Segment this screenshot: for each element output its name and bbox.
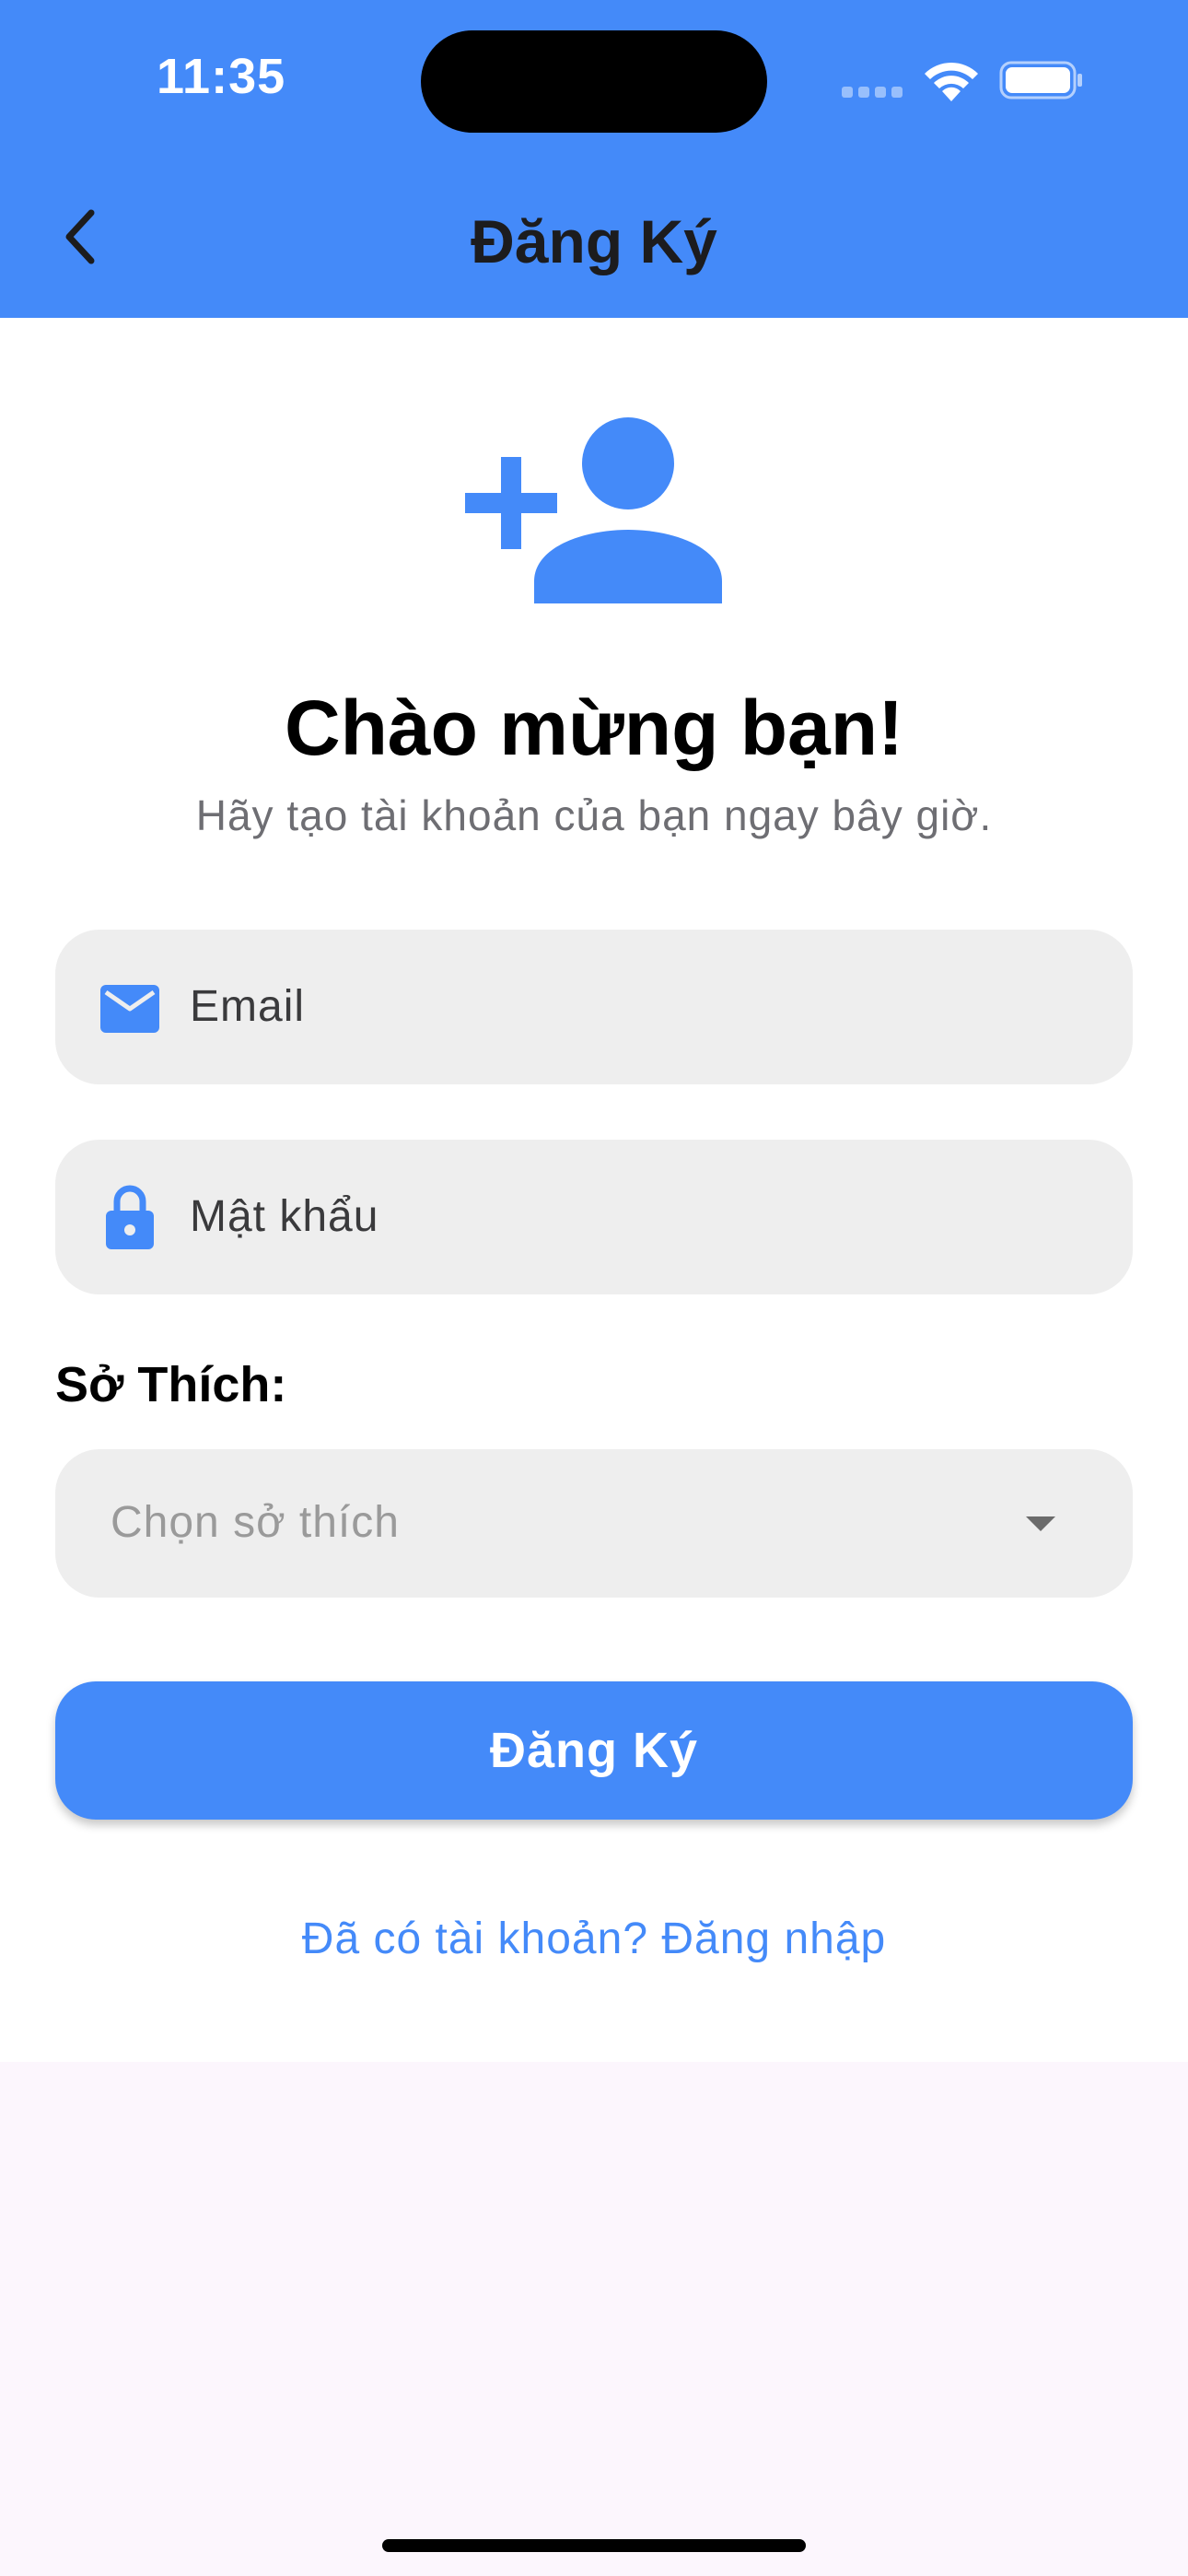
wifi-icon xyxy=(925,62,978,101)
status-time: 11:35 xyxy=(157,49,286,104)
person-add-icon xyxy=(465,417,722,603)
home-indicator[interactable] xyxy=(382,2539,806,2552)
hobby-dropdown[interactable]: Chọn sở thích xyxy=(55,1449,1133,1598)
dynamic-island xyxy=(421,30,767,133)
login-link[interactable]: Đã có tài khoản? Đăng nhập xyxy=(0,1912,1188,1967)
email-field[interactable]: Email xyxy=(55,930,1133,1084)
welcome-title: Chào mừng bạn! xyxy=(284,685,904,771)
hobby-label: Sở Thích: xyxy=(55,1357,287,1412)
app-header: 11:35 Đăng Ký xyxy=(0,0,1188,318)
hobby-placeholder: Chọn sở thích xyxy=(111,1498,400,1547)
battery-icon xyxy=(999,61,1082,100)
register-button[interactable]: Đăng Ký xyxy=(55,1681,1133,1820)
lock-icon xyxy=(92,1182,168,1252)
page-title: Đăng Ký xyxy=(471,207,717,275)
email-placeholder: Email xyxy=(190,982,306,1031)
dropdown-arrow-icon xyxy=(1026,1516,1055,1531)
cellular-signal-icon xyxy=(842,85,903,98)
welcome-subtitle: Hãy tạo tài khoản của bạn ngay bây giờ. xyxy=(195,791,993,839)
mail-icon xyxy=(92,981,168,1036)
password-placeholder: Mật khẩu xyxy=(190,1192,379,1241)
password-field[interactable]: Mật khẩu xyxy=(55,1140,1133,1294)
